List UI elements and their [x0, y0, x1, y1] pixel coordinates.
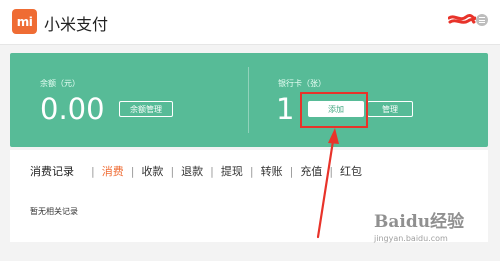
baidu-watermark: Baidu经验 jingyan.baidu.com	[374, 207, 494, 257]
watermark-url: jingyan.baidu.com	[374, 234, 448, 243]
watermark-logo: Baidu经验	[374, 212, 465, 232]
